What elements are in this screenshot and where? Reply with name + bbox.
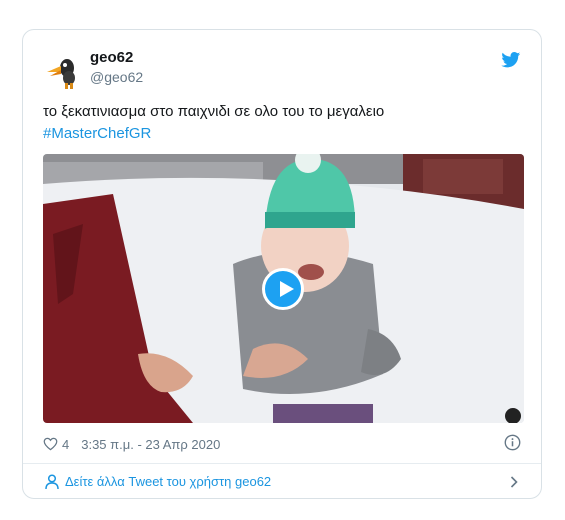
video-thumbnail[interactable] bbox=[43, 154, 524, 423]
play-button[interactable] bbox=[262, 268, 304, 310]
tweet-card: geo62 @geo62 το ξεκατινιασμα στο παιχνιδ… bbox=[22, 29, 542, 499]
more-tweets-label[interactable]: Δείτε άλλα Tweet του χρήστη geo62 bbox=[65, 474, 271, 489]
tweet-meta: 4 3:35 π.μ. - 23 Απρ 2020 bbox=[43, 435, 220, 453]
tweet-timestamp[interactable]: 3:35 π.μ. - 23 Απρ 2020 bbox=[81, 437, 220, 452]
hashtag-link[interactable]: #MasterChefGR bbox=[43, 123, 523, 145]
author-name[interactable]: geo62 bbox=[90, 49, 133, 66]
chevron-right-icon[interactable] bbox=[510, 476, 518, 488]
twitter-bird-icon[interactable] bbox=[501, 52, 521, 68]
tweet-header: geo62 @geo62 bbox=[23, 30, 541, 100]
tweet-text: το ξεκατινιασμα στο παιχνιδι σε ολο του … bbox=[43, 101, 523, 145]
more-tweets-link[interactable]: Δείτε άλλα Tweet του χρήστη geo62 bbox=[23, 464, 541, 500]
tweet-body: το ξεκατινιασμα στο παιχνιδι σε ολο του … bbox=[43, 103, 385, 120]
author-handle[interactable]: @geo62 bbox=[90, 69, 143, 85]
user-icon bbox=[45, 474, 59, 490]
avatar[interactable] bbox=[43, 50, 83, 90]
heart-icon[interactable] bbox=[43, 437, 58, 451]
like-count[interactable]: 4 bbox=[62, 437, 69, 452]
info-icon[interactable] bbox=[504, 434, 521, 451]
